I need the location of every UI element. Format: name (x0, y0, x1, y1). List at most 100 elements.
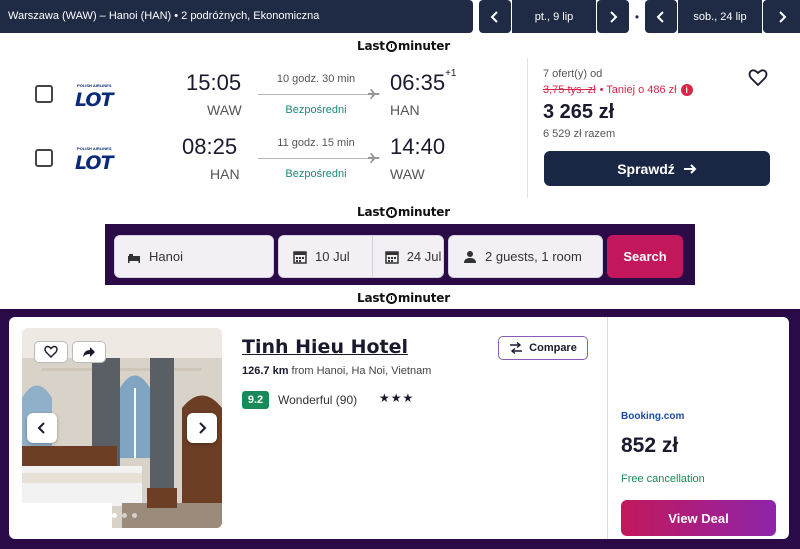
deal-divider (607, 317, 608, 539)
next-depart-date-button[interactable] (597, 0, 629, 33)
destination-value: Hanoi (149, 249, 183, 264)
chevron-left-icon (656, 10, 664, 23)
plane-icon (368, 153, 380, 163)
discount-text: • Taniej o 486 zł (599, 84, 677, 96)
outbound-arrive-time-wrap: 06:35+1 (390, 68, 457, 96)
logo-text-left: Last (357, 291, 385, 305)
inbound-duration: 11 godz. 15 min (277, 137, 355, 149)
calendar-icon (293, 250, 307, 264)
photo-next-button[interactable] (187, 413, 217, 443)
heart-icon[interactable] (748, 68, 768, 88)
old-price-row: 3,75 tys. zł • Taniej o 486 zł i (543, 84, 693, 96)
select-inbound-checkbox[interactable] (35, 149, 53, 167)
airline-name: LOT (75, 152, 114, 174)
check-flight-label: Sprawdź (617, 160, 675, 177)
flight-price: 3 265 zł (543, 101, 615, 123)
compare-button[interactable]: Compare (498, 336, 588, 360)
lastminuter-logo: Last minuter (357, 291, 450, 305)
lastminuter-logo: Last minuter (357, 205, 450, 219)
cancellation-policy: Free cancellation (621, 473, 705, 485)
bed-icon (128, 253, 140, 263)
photo-prev-button[interactable] (27, 413, 57, 443)
outbound-arrive-code: HAN (390, 102, 420, 118)
inbound-route-line (258, 158, 368, 159)
logo-text-right: minuter (397, 291, 450, 305)
checkin-value: 10 Jul (315, 249, 350, 264)
hotel-distance: 126.7 km from Hanoi, Ha Noi, Vietnam (242, 365, 431, 377)
dates-field[interactable]: 10 Jul 24 Jul (278, 235, 444, 278)
distance-suffix: from Hanoi, Ha Noi, Vietnam (291, 365, 432, 377)
outbound-route-line (258, 94, 368, 95)
info-icon[interactable]: i (680, 84, 693, 96)
clock-icon (385, 40, 397, 52)
chevron-right-icon (778, 10, 786, 23)
rating-text: Wonderful (90) (278, 393, 358, 407)
next-return-date-button[interactable] (763, 0, 800, 33)
inbound-arrive-time: 14:40 (390, 134, 446, 159)
chevron-right-icon (199, 422, 207, 434)
hotel-name-link[interactable]: Tinh Hieu Hotel (242, 336, 408, 358)
clock-icon (385, 206, 397, 218)
inbound-depart-time: 08:25 (182, 134, 238, 159)
offers-count: 7 ofert(y) od (543, 68, 603, 80)
inbound-depart-code: HAN (210, 166, 240, 182)
price-divider (527, 58, 528, 198)
logo-text-right: minuter (397, 39, 450, 53)
view-deal-button[interactable]: View Deal (621, 500, 776, 536)
day-offset: +1 (445, 68, 457, 79)
save-hotel-button[interactable] (34, 341, 68, 363)
airline-tagline: POLISH AIRLINES (77, 83, 112, 88)
star-rating: ★★★ (379, 391, 415, 405)
outbound-duration: 10 godz. 30 min (276, 73, 356, 85)
logo-text-right: minuter (397, 205, 450, 219)
prev-depart-date-button[interactable] (479, 0, 511, 33)
distance-value: 126.7 km (242, 365, 289, 377)
checkout-value: 24 Jul (406, 249, 442, 264)
heart-icon (44, 345, 58, 358)
flight-total-price: 6 529 zł razem (543, 128, 616, 140)
airline-name: LOT (75, 89, 114, 111)
lot-airline-logo: POLISH AIRLINES LOT (75, 146, 125, 174)
chevron-left-icon (490, 10, 498, 23)
select-outbound-checkbox[interactable] (35, 85, 53, 103)
lastminuter-logo: Last minuter (357, 39, 450, 53)
pagination-dot[interactable] (122, 513, 127, 518)
prev-return-date-button[interactable] (645, 0, 677, 33)
date-divider (371, 235, 373, 278)
inbound-arrive-code: WAW (390, 166, 425, 182)
outbound-arrive-time: 06:35 (390, 70, 446, 95)
hotel-photo[interactable] (22, 328, 222, 528)
outbound-depart-time: 15:05 (186, 70, 242, 95)
guests-field[interactable]: 2 guests, 1 room (448, 235, 603, 278)
hotel-card: Tinh Hieu Hotel 126.7 km from Hanoi, Ha … (9, 317, 789, 539)
return-date[interactable]: sob., 24 lip (678, 0, 762, 33)
guests-value: 2 guests, 1 room (485, 249, 582, 264)
check-flight-button[interactable]: Sprawdź (544, 151, 770, 186)
flight-search-bar: Warszawa (WAW) – Hanoi (HAN) • 2 podróżn… (0, 0, 800, 33)
plane-icon (368, 89, 380, 99)
person-icon (464, 250, 476, 263)
logo-text-left: Last (357, 205, 385, 219)
logo-text-left: Last (357, 39, 385, 53)
lot-airline-logo: POLISH AIRLINES LOT (75, 83, 125, 111)
inbound-stops: Bezpośredni (285, 168, 347, 180)
pagination-dot[interactable] (112, 513, 117, 518)
route-summary[interactable]: Warszawa (WAW) – Hanoi (HAN) • 2 podróżn… (0, 0, 473, 33)
hotel-price: 852 zł (621, 434, 679, 457)
chevron-right-icon (610, 10, 618, 23)
outbound-stops: Bezpośredni (285, 104, 347, 116)
clock-icon (385, 292, 397, 304)
destination-field[interactable]: Hanoi (114, 235, 274, 278)
pagination-dot[interactable] (132, 513, 137, 518)
provider-name: Booking.com (621, 411, 685, 422)
arrow-right-icon (683, 163, 697, 174)
photo-pagination (112, 513, 137, 518)
share-hotel-button[interactable] (72, 341, 106, 363)
depart-date[interactable]: pt., 9 lip (512, 0, 596, 33)
date-separator: • (634, 9, 640, 24)
rating-score-badge: 9.2 (242, 391, 269, 409)
hotel-search-button[interactable]: Search (607, 235, 683, 278)
compare-label: Compare (529, 342, 577, 354)
hotel-result-wrapper: Tinh Hieu Hotel 126.7 km from Hanoi, Ha … (0, 309, 800, 549)
chevron-left-icon (37, 422, 45, 434)
